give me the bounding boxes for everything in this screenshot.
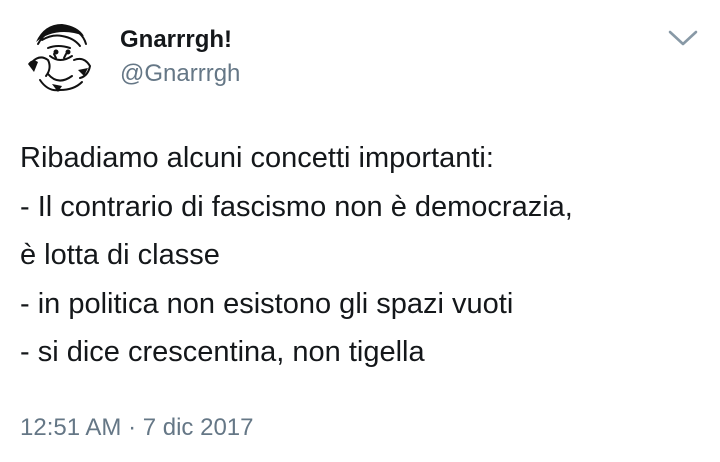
tweet-menu-button[interactable] [666, 26, 700, 50]
tweet-card: Gnarrrgh! @Gnarrrgh Ribadiamo alcuni con… [0, 0, 720, 462]
tweet-text-line: - si dice crescentina, non tigella [20, 336, 425, 368]
tweet-text-line: Ribadiamo alcuni concetti importanti: [20, 142, 494, 174]
tweet-text-line: è lotta di classe [20, 239, 220, 271]
tweet-text-line: - Il contrario di fascismo non è democra… [20, 190, 573, 223]
tweet-text-line: - in politica non esistono gli spazi vuo… [20, 287, 514, 320]
chevron-down-icon [668, 30, 698, 46]
author-display-name[interactable]: Gnarrrgh! [120, 26, 232, 54]
tweet-timestamp[interactable]: 12:51 AM · 7 dic 2017 [20, 412, 253, 444]
tweet-text: Ribadiamo alcuni concetti importanti: - … [20, 134, 710, 377]
author-handle[interactable]: @Gnarrrgh [120, 60, 240, 88]
avatar[interactable] [18, 14, 102, 98]
avatar-sketch-icon [28, 24, 91, 92]
